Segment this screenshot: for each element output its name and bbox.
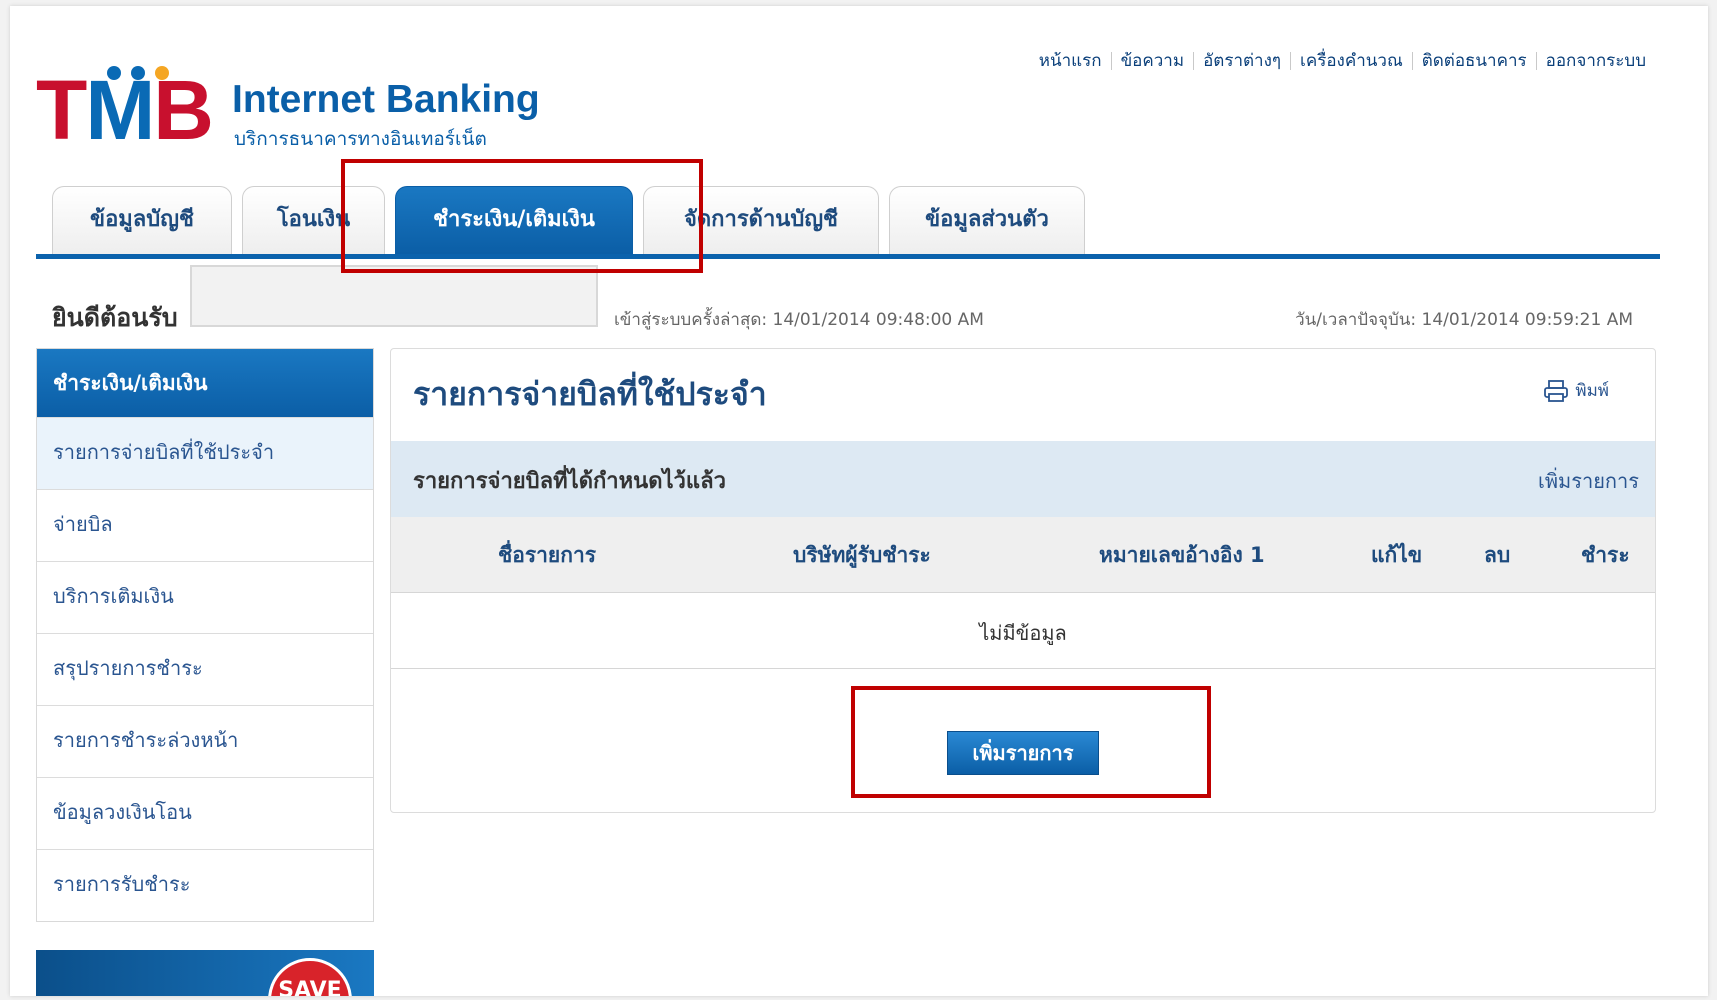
sidebar-header: ชำระเงิน/เติมเงิน (37, 349, 373, 417)
tab-personal-info[interactable]: ข้อมูลส่วนตัว (889, 186, 1085, 254)
sidebar: ชำระเงิน/เติมเงิน รายการจ่ายบิลที่ใช้ประ… (36, 348, 374, 922)
sidebar-item-scheduled-payments[interactable]: รายการชำระล่วงหน้า (37, 705, 373, 777)
logo-dot-blue-icon (107, 66, 121, 80)
section-header: รายการจ่ายบิลที่ได้กำหนดไว้แล้ว เพิ่มราย… (391, 441, 1655, 517)
column-header-edit: แก้ไข (1371, 543, 1423, 567)
top-links: หน้าแรก ข้อความ อัตราต่างๆ เครื่องคำนวณ … (1030, 52, 1655, 70)
column-header-pay: ชำระ (1581, 543, 1630, 567)
current-time: วัน/เวลาปัจจุบัน: 14/01/2014 09:59:21 AM (1295, 310, 1633, 330)
top-link-calculator[interactable]: เครื่องคำนวณ (1290, 52, 1412, 70)
top-link-contact[interactable]: ติดต่อธนาคาร (1411, 52, 1536, 70)
table-header: ชื่อรายการ บริษัทผู้รับชำระ หมายเลขอ้างอ… (391, 517, 1655, 593)
welcome-greeting: ยินดีต้อนรับ (52, 303, 178, 332)
tab-account-info[interactable]: ข้อมูลบัญชี (52, 186, 232, 254)
column-header-name: ชื่อรายการ (498, 543, 597, 567)
top-link-logout[interactable]: ออกจากระบบ (1535, 52, 1655, 70)
sidebar-item-pay-bill[interactable]: จ่ายบิล (37, 489, 373, 561)
sidebar-item-transfer-limit[interactable]: ข้อมูลวงเงินโอน (37, 777, 373, 849)
section-title: รายการจ่ายบิลที่ได้กำหนดไว้แล้ว (413, 469, 726, 494)
top-link-messages[interactable]: ข้อความ (1110, 52, 1194, 70)
sidebar-item-payment-summary[interactable]: สรุปรายการชำระ (37, 633, 373, 705)
top-link-rates[interactable]: อัตราต่างๆ (1193, 52, 1290, 70)
printer-icon (1544, 379, 1569, 402)
promo-banner[interactable]: SAVE (36, 950, 374, 996)
sidebar-item-received-payments[interactable]: รายการรับชำระ (37, 849, 373, 921)
tab-underline (36, 254, 1660, 259)
empty-message: ไม่มีข้อมูล (979, 621, 1067, 645)
column-header-delete: ลบ (1484, 543, 1511, 567)
logo-dot-blue-icon (131, 66, 145, 80)
add-item-link[interactable]: เพิ่มรายการ (1538, 465, 1639, 497)
print-label: พิมพ์ (1575, 381, 1609, 401)
last-login-time: เข้าสู่ระบบครั้งล่าสุด: 14/01/2014 09:48… (614, 310, 984, 330)
highlight-box-tab (341, 159, 703, 273)
logo-title: Internet Banking (232, 78, 540, 121)
page: TMB Internet Banking บริการธนาคารทางอินเ… (10, 6, 1708, 996)
highlight-box-add-button (851, 686, 1211, 798)
sidebar-item-favorite-bills[interactable]: รายการจ่ายบิลที่ใช้ประจำ (37, 417, 373, 489)
tmb-logo[interactable]: TMB Internet Banking บริการธนาคารทางอินเ… (36, 60, 540, 160)
save-badge: SAVE (268, 958, 352, 996)
logo-wordmark: TMB (36, 63, 214, 157)
logo-dot-orange-icon (155, 66, 169, 80)
logo-subtitle: บริการธนาคารทางอินเทอร์เน็ต (234, 128, 487, 150)
sidebar-item-topup[interactable]: บริการเติมเงิน (37, 561, 373, 633)
column-header-ref1: หมายเลขอ้างอิง 1 (1099, 543, 1265, 567)
top-link-home[interactable]: หน้าแรก (1030, 52, 1111, 70)
redacted-username (190, 265, 598, 327)
column-header-biller: บริษัทผู้รับชำระ (793, 543, 931, 567)
table-row: ไม่มีข้อมูล (391, 593, 1655, 669)
page-title: รายการจ่ายบิลที่ใช้ประจำ (413, 375, 767, 413)
print-button[interactable]: พิมพ์ (1543, 377, 1609, 404)
